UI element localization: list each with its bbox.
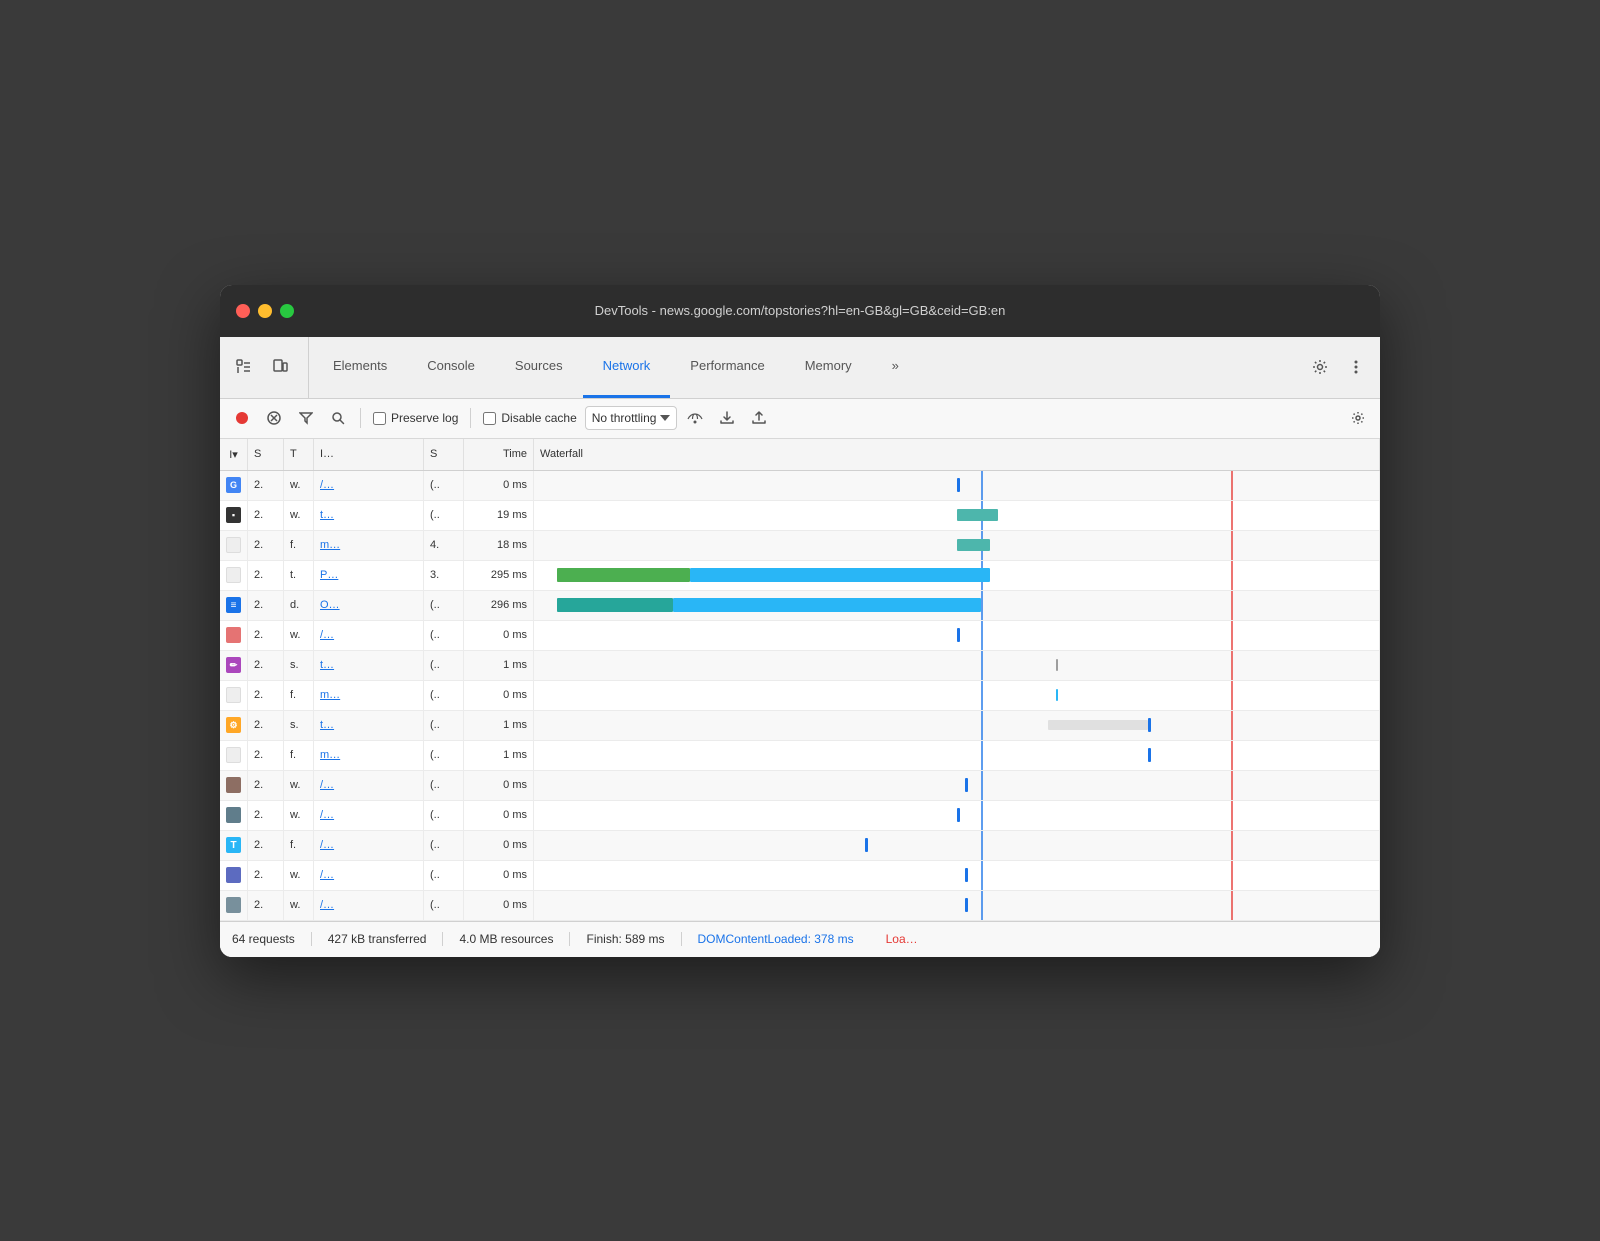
traffic-lights (236, 304, 294, 318)
devtools-window: DevTools - news.google.com/topstories?hl… (220, 285, 1380, 957)
table-row[interactable]: ▪ 2. w. t… (.. 19 ms (220, 501, 1380, 531)
row-icon (220, 741, 248, 770)
network-toolbar: Preserve log Disable cache No throttling (220, 399, 1380, 439)
close-button[interactable] (236, 304, 250, 318)
row-icon: ✏ (220, 651, 248, 680)
throttle-select[interactable]: No throttling (585, 406, 678, 430)
status-bar: 64 requests 427 kB transferred 4.0 MB re… (220, 921, 1380, 957)
tab-bar-left-icons (228, 337, 309, 398)
export-button[interactable] (745, 404, 773, 432)
table-row[interactable]: T 2. f. /… (.. 0 ms (220, 831, 1380, 861)
tab-bar: Elements Console Sources Network Perform… (220, 337, 1380, 399)
table-row[interactable]: 2. w. /… (.. 0 ms (220, 891, 1380, 921)
tab-network[interactable]: Network (583, 337, 671, 398)
table-row[interactable]: ✏ 2. s. t… (.. 1 ms (220, 651, 1380, 681)
preserve-log-input[interactable] (373, 412, 386, 425)
col-header-size[interactable]: S (424, 439, 464, 470)
tab-console[interactable]: Console (407, 337, 495, 398)
row-icon: ▪ (220, 501, 248, 530)
network-settings-button[interactable] (1344, 404, 1372, 432)
minimize-button[interactable] (258, 304, 272, 318)
disable-cache-input[interactable] (483, 412, 496, 425)
row-icon (220, 531, 248, 560)
table-row[interactable]: 2. w. /… (.. 0 ms (220, 801, 1380, 831)
col-header-icon[interactable]: I▾ (220, 439, 248, 470)
tab-sources[interactable]: Sources (495, 337, 583, 398)
table-row[interactable]: 2. w. /… (.. 0 ms (220, 771, 1380, 801)
table-row[interactable]: 2. t. P… 3. 295 ms (220, 561, 1380, 591)
status-finish: Finish: 589 ms (570, 932, 681, 946)
row-icon (220, 561, 248, 590)
column-headers: I▾ S T I… S Time Waterfall (220, 439, 1380, 471)
table-row[interactable]: 2. f. m… (.. 1 ms (220, 741, 1380, 771)
titlebar: DevTools - news.google.com/topstories?hl… (220, 285, 1380, 337)
table-row[interactable]: 2. f. m… 4. 18 ms (220, 531, 1380, 561)
status-transferred: 427 kB transferred (312, 932, 444, 946)
table-row[interactable]: 2. f. m… (.. 0 ms (220, 681, 1380, 711)
col-header-type[interactable]: T (284, 439, 314, 470)
clear-button[interactable] (260, 404, 288, 432)
status-requests: 64 requests (232, 932, 312, 946)
status-load: Loa… (870, 932, 934, 946)
row-icon: ⚙ (220, 711, 248, 740)
status-dom-content-loaded: DOMContentLoaded: 378 ms (682, 932, 870, 946)
table-row[interactable]: 2. w. /… (.. 0 ms (220, 621, 1380, 651)
row-icon: G (220, 471, 248, 500)
preserve-log-checkbox[interactable]: Preserve log (369, 411, 462, 425)
col-header-name[interactable]: I… (314, 439, 424, 470)
devtools-panel: Elements Console Sources Network Perform… (220, 337, 1380, 957)
row-icon (220, 621, 248, 650)
status-resources: 4.0 MB resources (443, 932, 570, 946)
main-tabs: Elements Console Sources Network Perform… (313, 337, 1296, 398)
row-icon (220, 771, 248, 800)
maximize-button[interactable] (280, 304, 294, 318)
more-options-button[interactable] (1340, 351, 1372, 383)
col-header-waterfall[interactable]: Waterfall (534, 439, 1380, 470)
toolbar-separator-1 (360, 408, 361, 428)
tab-more[interactable]: » (872, 337, 919, 398)
device-toolbar-button[interactable] (264, 351, 296, 383)
row-icon: ≡ (220, 591, 248, 620)
inspect-element-button[interactable] (228, 351, 260, 383)
table-row[interactable]: G 2. w. /… (.. 0 ms (220, 471, 1380, 501)
toolbar-separator-2 (470, 408, 471, 428)
filter-button[interactable] (292, 404, 320, 432)
network-list: G 2. w. /… (.. 0 ms ▪ (220, 471, 1380, 921)
row-icon: T (220, 831, 248, 860)
settings-button[interactable] (1304, 351, 1336, 383)
row-icon (220, 801, 248, 830)
row-icon (220, 891, 248, 920)
table-row[interactable]: 2. w. /… (.. 0 ms (220, 861, 1380, 891)
col-header-status[interactable]: S (248, 439, 284, 470)
table-row[interactable]: ⚙ 2. s. t… (.. 1 ms (220, 711, 1380, 741)
row-icon (220, 861, 248, 890)
disable-cache-checkbox[interactable]: Disable cache (479, 411, 580, 425)
window-title: DevTools - news.google.com/topstories?hl… (595, 303, 1006, 318)
table-row[interactable]: ≡ 2. d. O… (.. 296 ms (220, 591, 1380, 621)
record-button[interactable] (228, 404, 256, 432)
tab-elements[interactable]: Elements (313, 337, 407, 398)
tab-memory[interactable]: Memory (785, 337, 872, 398)
tab-performance[interactable]: Performance (670, 337, 784, 398)
search-button[interactable] (324, 404, 352, 432)
tab-bar-right-icons (1296, 337, 1380, 398)
row-icon (220, 681, 248, 710)
col-header-time[interactable]: Time (464, 439, 534, 470)
import-button[interactable] (713, 404, 741, 432)
network-conditions-button[interactable] (681, 404, 709, 432)
